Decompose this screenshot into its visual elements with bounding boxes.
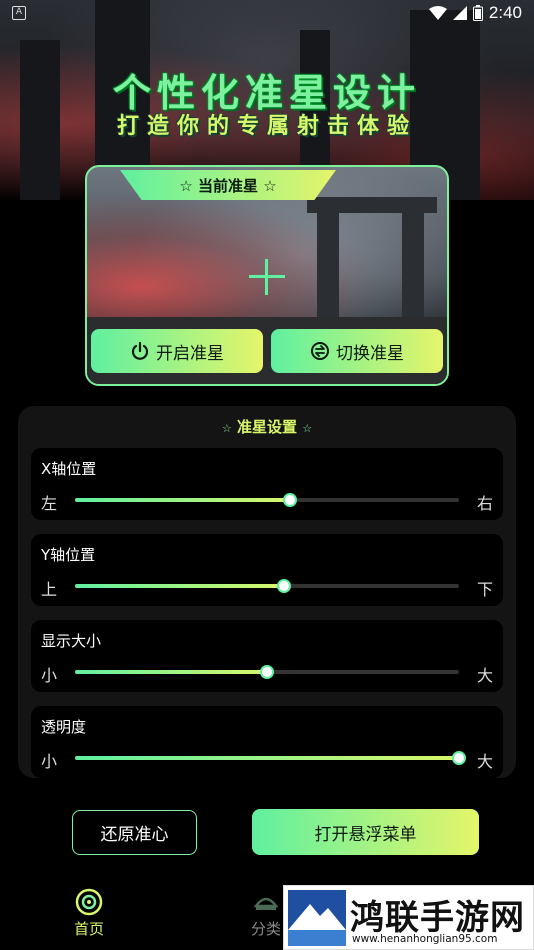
current-crosshair-label: ☆ 当前准星 ☆ — [179, 176, 277, 195]
reset-crosshair-button[interactable]: 还原准心 — [72, 810, 197, 855]
watermark-url: www.henanhonglian95.com — [352, 933, 498, 945]
settings-title: ☆ 准星设置 ☆ — [221, 418, 313, 436]
slider-fill — [75, 670, 267, 674]
setting-row-opacity: 透明度 小 大 — [31, 706, 503, 778]
mountain-logo-icon — [288, 890, 346, 946]
setting-max-label: 右 — [476, 494, 493, 513]
settings-title-text: 准星设置 — [236, 418, 297, 436]
slider-fill — [75, 584, 285, 588]
switch-crosshair-label: 切换准星 — [336, 343, 404, 364]
setting-row-y-position: Y轴位置 上 下 — [31, 534, 503, 606]
current-crosshair-tag: ☆ 当前准星 ☆ — [120, 170, 336, 200]
slider-thumb[interactable] — [283, 493, 298, 507]
setting-label: 显示大小 — [41, 632, 102, 650]
signal-icon — [452, 6, 467, 20]
setting-row-x-position: X轴位置 左 右 — [31, 448, 503, 520]
nav-item-home[interactable]: 首页 — [59, 888, 119, 939]
setting-max-label: 大 — [476, 752, 493, 771]
clock: 2:40 — [488, 3, 522, 22]
home-target-icon — [75, 888, 103, 916]
category-icon — [253, 897, 279, 910]
setting-label: 透明度 — [41, 718, 87, 736]
wifi-icon — [428, 6, 447, 20]
slider-thumb[interactable] — [260, 665, 274, 679]
power-icon — [131, 341, 149, 360]
setting-min-label: 上 — [41, 580, 58, 599]
slider-thumb[interactable] — [277, 579, 292, 593]
slider-fill — [75, 756, 459, 760]
setting-label: X轴位置 — [41, 460, 97, 478]
reset-crosshair-label: 还原准心 — [100, 825, 169, 845]
nav-label-home: 首页 — [73, 920, 104, 938]
enable-crosshair-button[interactable]: 开启准星 — [91, 329, 263, 373]
slider-thumb[interactable] — [452, 751, 466, 765]
x-position-slider[interactable] — [75, 493, 459, 507]
opacity-slider[interactable] — [75, 751, 466, 765]
setting-min-label: 小 — [41, 752, 58, 771]
setting-max-label: 大 — [476, 666, 493, 685]
status-bar: A 2:40 — [0, 0, 534, 30]
y-position-slider[interactable] — [75, 579, 459, 593]
watermark-title: 鸿联手游网 — [350, 898, 525, 938]
watermark-banner: 鸿联手游网 www.henanhonglian95.com — [283, 885, 534, 950]
open-float-menu-button[interactable]: 打开悬浮菜单 — [252, 809, 479, 855]
battery-icon — [472, 5, 483, 21]
notification-icon: A — [12, 6, 26, 20]
switch-icon — [311, 342, 329, 360]
setting-label: Y轴位置 — [41, 546, 96, 564]
page-subtitle: 打造你的专属射击体验 — [116, 114, 417, 139]
size-slider[interactable] — [75, 665, 459, 679]
setting-max-label: 下 — [476, 580, 493, 599]
switch-crosshair-button[interactable]: 切换准星 — [271, 329, 443, 373]
slider-fill — [75, 498, 291, 502]
enable-crosshair-label: 开启准星 — [156, 343, 224, 364]
setting-row-size: 显示大小 小 大 — [31, 620, 503, 692]
setting-min-label: 左 — [41, 494, 58, 513]
setting-min-label: 小 — [41, 666, 58, 685]
crosshair-vertical-line — [265, 259, 268, 295]
open-float-menu-label: 打开悬浮菜单 — [314, 824, 417, 845]
